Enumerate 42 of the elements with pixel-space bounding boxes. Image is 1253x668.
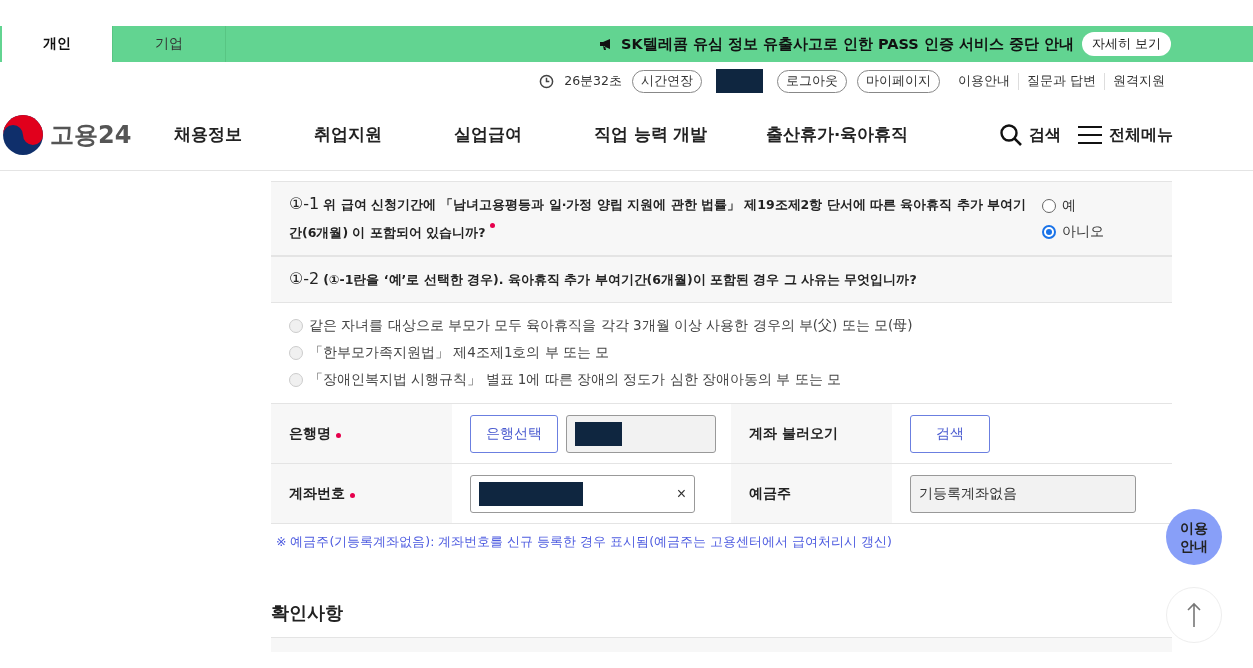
util-link[interactable]: 이용안내: [950, 72, 1018, 90]
search-button[interactable]: 검색: [999, 123, 1061, 147]
nav-item[interactable]: 출산휴가·육아휴직: [766, 124, 938, 146]
logo-text[interactable]: 고용24: [50, 119, 132, 151]
details-button[interactable]: 자세히 보기: [1081, 32, 1171, 56]
nav-item[interactable]: 채용정보: [174, 124, 314, 146]
logout-button[interactable]: 로그아웃: [777, 69, 847, 93]
search-button[interactable]: 검색: [910, 414, 990, 453]
field-label: 은행명: [289, 424, 331, 443]
menu-icon: [1077, 125, 1103, 145]
guide-button[interactable]: 이용 안내: [1166, 509, 1222, 565]
menu-button[interactable]: 전체메뉴: [1077, 124, 1173, 146]
util-link[interactable]: 질문과 답변: [1018, 72, 1104, 90]
mypage-button[interactable]: 마이페이지: [857, 69, 940, 93]
bank-select-button[interactable]: 은행선택: [470, 414, 558, 453]
question-text: ①-2 (①-1란을 ‘예’로 선택한 경우). 육아휴직 추가 부여기간(6개월)이 포함된 경우 그 사유는 무엇입니까?: [289, 268, 918, 290]
notice-text: SK텔레콤 유심 정보 유출사고로 인한 PASS 인증 서비스 중단 안내: [621, 34, 1074, 54]
nav-item[interactable]: 취업지원: [314, 124, 454, 146]
field-label: 계좌번호: [289, 484, 345, 503]
note-text: ※ 예금주(기등록계좌없음): 계좌번호를 신규 등록한 경우 표시됨(예금주는 고용센터에서 급여처리시 갱신): [275, 533, 893, 551]
holder-field: 기등록계좌없음: [910, 474, 1136, 513]
account-number-field[interactable]: ×: [470, 474, 695, 513]
search-icon: [999, 123, 1023, 147]
clock-icon: [539, 73, 555, 89]
radio-option[interactable]: 아니오: [1042, 222, 1104, 241]
up-arrow-icon: [1187, 602, 1201, 628]
util-link[interactable]: 원격지원: [1104, 72, 1173, 90]
radio-option[interactable]: 예: [1042, 196, 1104, 215]
session-timer: 26분32초: [564, 72, 622, 90]
tab[interactable]: 개인: [0, 26, 113, 62]
megaphone-icon: [599, 37, 613, 51]
clear-button[interactable]: ×: [676, 484, 686, 503]
nav-item[interactable]: 실업급여: [454, 124, 594, 146]
redacted-block: [575, 421, 622, 446]
field-label: 계좌 불러오기: [749, 424, 838, 443]
emblem-icon: [2, 114, 44, 156]
nav-item[interactable]: 직업 능력 개발: [594, 124, 766, 146]
scroll-top-button[interactable]: [1166, 587, 1222, 643]
extend-button[interactable]: 시간연장: [632, 69, 702, 93]
redacted-block: [716, 69, 763, 93]
question-text: ①-1 위 급여 신청기간에 「남녀고용평등과 일·가정 양립 지원에 관한 법률」 제19조제2항 단서에 따른 육아휴직 추가 부여기간(6개월) 이 포함되어 있습니까?: [289, 193, 1028, 242]
field-label: 예금주: [749, 484, 791, 503]
